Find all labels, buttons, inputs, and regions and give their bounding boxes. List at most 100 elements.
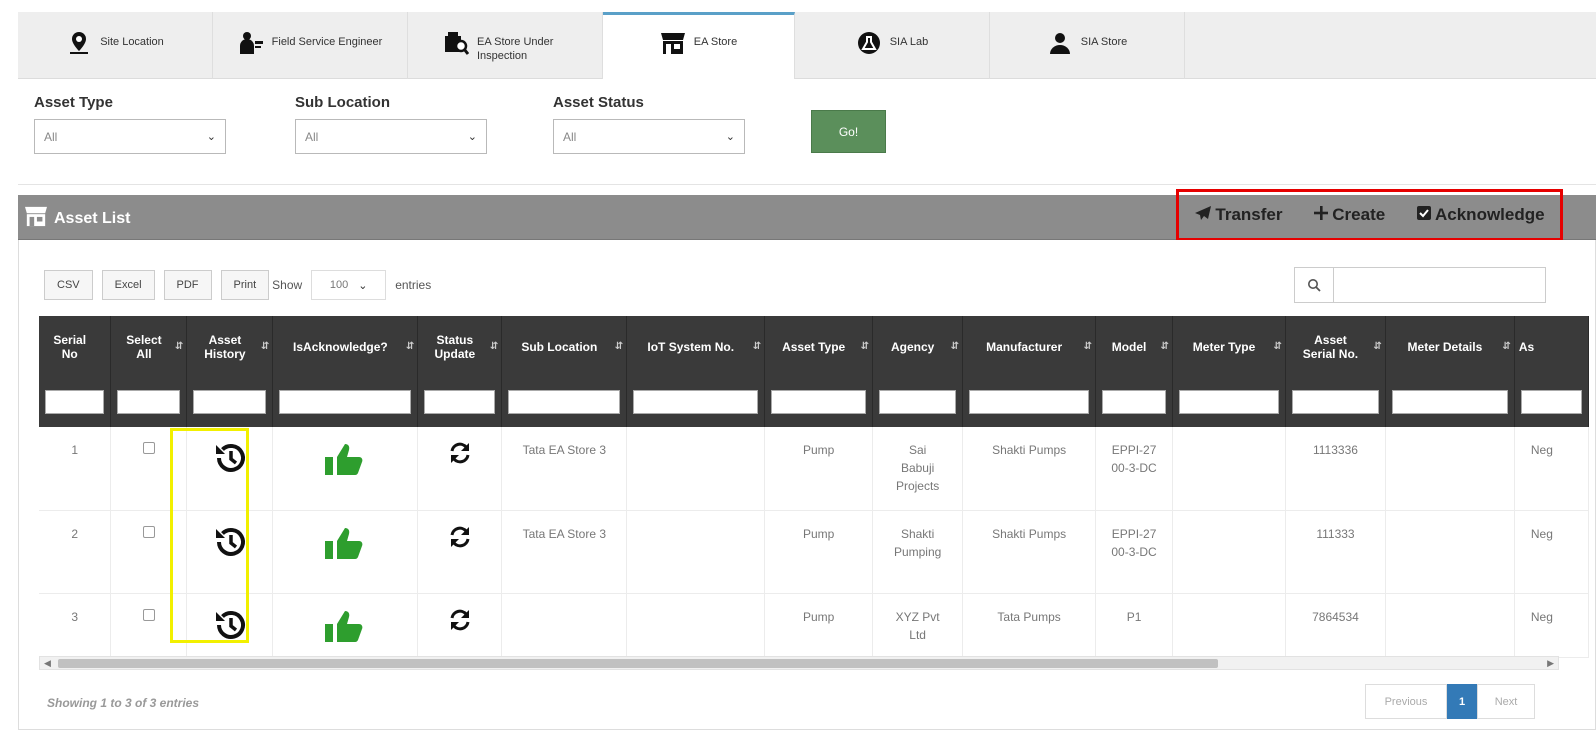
sort-icon: ⇵ (405, 341, 415, 352)
scrollbar-thumb[interactable] (58, 659, 1218, 668)
asset-status-select[interactable]: All ⌄ (553, 119, 745, 154)
col-serial-no[interactable]: Serial No (39, 316, 112, 377)
column-filter-input[interactable] (1291, 390, 1379, 414)
column-filter-input[interactable] (879, 390, 957, 414)
history-icon[interactable] (212, 525, 248, 564)
col-select-all[interactable]: Select All ⇵ (110, 316, 188, 377)
sub-location-select[interactable]: All ⌄ (295, 119, 487, 154)
col-status-update[interactable]: Status Update ⇵ (417, 316, 503, 377)
column-filter-input[interactable] (771, 390, 867, 414)
cell-manufacturer: Shakti Pumps (962, 427, 1097, 511)
col-asset-history[interactable]: Asset History ⇵ (186, 316, 274, 377)
col-meter-type[interactable]: Meter Type ⇵ (1172, 316, 1286, 377)
column-filter-input[interactable] (508, 390, 621, 414)
col-meter-details[interactable]: Meter Details ⇵ (1385, 316, 1515, 377)
sort-icon: ⇵ (950, 341, 960, 352)
entries-length-select[interactable]: 100 ⌄ (311, 270, 387, 300)
column-filter-input[interactable] (969, 390, 1090, 414)
col-iot-system-no[interactable]: IoT System No. ⇵ (626, 316, 766, 377)
print-button[interactable]: Print (220, 270, 270, 300)
history-icon[interactable] (212, 441, 248, 480)
col-is-acknowledge[interactable]: IsAcknowledge? ⇵ (272, 316, 419, 377)
go-button[interactable]: Go! (811, 110, 886, 153)
column-filter-input[interactable] (45, 390, 105, 414)
refresh-icon[interactable] (448, 525, 472, 554)
tab-field-service-engineer[interactable]: Field Service Engineer (213, 12, 408, 79)
tab-sia-store[interactable]: SIA Store (990, 12, 1185, 79)
cell-manufacturer: Shakti Pumps (962, 510, 1097, 594)
col-agency[interactable]: Agency ⇵ (872, 316, 964, 377)
transfer-button[interactable]: Transfer (1194, 205, 1282, 226)
cell-asset-status: Neg (1514, 593, 1589, 658)
column-filter-input[interactable] (1391, 390, 1508, 414)
header-text: Serial No. (1302, 346, 1359, 361)
next-button[interactable]: Next (1477, 684, 1535, 719)
thumbs-up-icon[interactable] (323, 525, 367, 566)
csv-button[interactable]: CSV (44, 270, 93, 300)
cell-serial: 2 (39, 510, 112, 594)
table-info: Showing 1 to 3 of 3 entries (47, 696, 200, 710)
column-filter-input[interactable] (117, 390, 181, 414)
transfer-label: Transfer (1215, 205, 1283, 224)
tab-site-location[interactable]: Site Location (18, 12, 213, 79)
cell-select (110, 510, 188, 594)
col-manufacturer[interactable]: Manufacturer ⇵ (962, 316, 1097, 377)
col-sub-location[interactable]: Sub Location ⇵ (501, 316, 628, 377)
column-filter-input[interactable] (193, 390, 267, 414)
refresh-icon[interactable] (448, 441, 472, 470)
cell-status-update (417, 510, 503, 594)
history-icon[interactable] (212, 608, 248, 647)
row-checkbox[interactable] (142, 608, 155, 621)
paper-plane-icon (1194, 205, 1212, 226)
column-filter-input[interactable] (279, 390, 412, 414)
thumbs-up-icon[interactable] (323, 608, 367, 649)
column-filter-row (39, 377, 1589, 427)
create-button[interactable]: Create (1313, 205, 1385, 226)
cell-meter-type (1172, 510, 1286, 594)
sort-icon: ⇵ (860, 341, 870, 352)
cell-meter-details (1385, 510, 1515, 594)
row-checkbox[interactable] (142, 442, 155, 454)
header-text: Agency (890, 339, 935, 354)
horizontal-scrollbar[interactable]: ◀ ▶ (39, 656, 1559, 670)
store-icon (24, 205, 48, 232)
cell-history (186, 510, 274, 594)
asset-type-select[interactable]: All ⌄ (34, 119, 226, 154)
search-input[interactable] (1334, 267, 1546, 303)
col-asset-type[interactable]: Asset Type ⇵ (764, 316, 874, 377)
column-filter-input[interactable] (1520, 390, 1582, 414)
column-filter-input[interactable] (424, 390, 496, 414)
header-text: Model (1111, 339, 1147, 354)
asset-status-value: All (563, 129, 577, 144)
column-filter-input[interactable] (633, 390, 759, 414)
tab-ea-store[interactable]: EA Store (603, 12, 795, 79)
excel-button[interactable]: Excel (101, 270, 155, 300)
tab-sia-lab[interactable]: SIA Lab (795, 12, 990, 79)
col-asset-serial-no[interactable]: Asset Serial No. ⇵ (1285, 316, 1386, 377)
header-text: Asset (1314, 332, 1347, 347)
page-1-button[interactable]: 1 (1447, 684, 1477, 719)
pagination: Previous 1 Next (1365, 684, 1535, 719)
filter-cell (417, 377, 503, 427)
col-asset-status-truncated[interactable]: As (1514, 316, 1589, 377)
scroll-right-icon[interactable]: ▶ (1547, 657, 1554, 669)
cell-serial: 1 (39, 427, 112, 511)
store-inspection-icon (443, 30, 469, 56)
pdf-button[interactable]: PDF (163, 270, 212, 300)
col-model[interactable]: Model ⇵ (1095, 316, 1174, 377)
acknowledge-button[interactable]: Acknowledge (1416, 205, 1545, 226)
cell-sub-location: Tata EA Store 3 (501, 510, 628, 594)
header-text: Meter Details (1407, 339, 1483, 354)
thumbs-up-icon[interactable] (323, 441, 367, 482)
chevron-down-icon: ⌄ (467, 131, 477, 143)
cell-iot (626, 593, 766, 658)
cell-history (186, 427, 274, 511)
refresh-icon[interactable] (448, 608, 472, 637)
tab-ea-store-under-inspection[interactable]: EA Store Under Inspection (408, 12, 603, 79)
previous-button[interactable]: Previous (1365, 684, 1447, 719)
row-checkbox[interactable] (142, 525, 155, 538)
filter-cell (1285, 377, 1386, 427)
column-filter-input[interactable] (1102, 390, 1167, 414)
column-filter-input[interactable] (1179, 390, 1279, 414)
scroll-left-icon[interactable]: ◀ (44, 657, 51, 669)
